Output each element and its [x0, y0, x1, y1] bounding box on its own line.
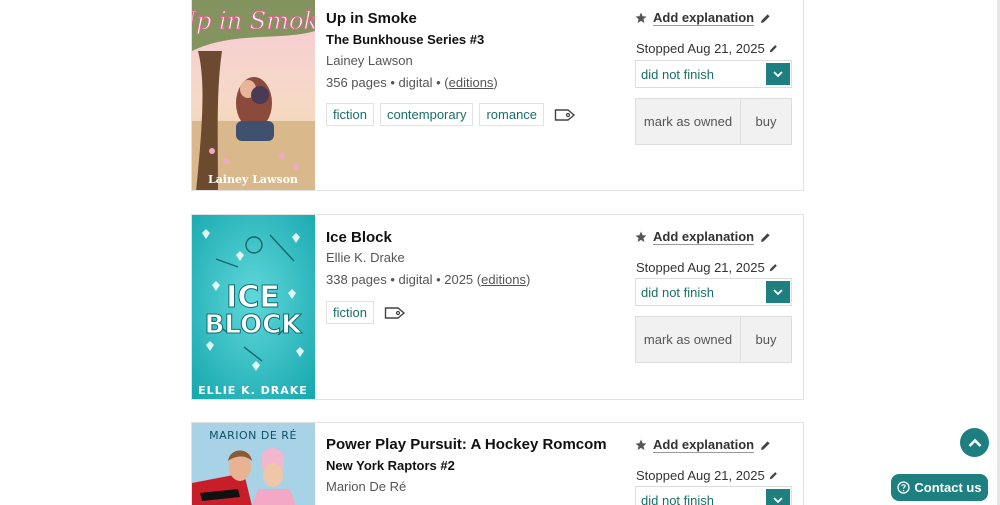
- tag-fiction[interactable]: fiction: [326, 103, 374, 126]
- book-title[interactable]: Ice Block: [326, 229, 392, 246]
- pages-format: 356 pages • digital •: [326, 75, 441, 90]
- book-cover[interactable]: ICE BLOCK ELLIE K. DRAKE: [192, 215, 315, 399]
- book-card: MARION DE RÉ Power Play Pursuit: A Hocke…: [191, 422, 804, 505]
- cover-author-text: ELLIE K. DRAKE: [198, 384, 308, 397]
- tag-fiction[interactable]: fiction: [326, 301, 374, 324]
- book-series[interactable]: The Bunkhouse Series #3: [326, 32, 484, 47]
- tag-romance[interactable]: romance: [479, 103, 545, 126]
- book-title[interactable]: Power Play Pursuit: A Hockey Romcom: [326, 436, 607, 453]
- book-author[interactable]: Lainey Lawson: [326, 53, 413, 68]
- stopped-date[interactable]: Stopped Aug 21, 2025: [636, 260, 778, 275]
- tag-list: fiction contemporary romance: [326, 103, 576, 126]
- stopped-label: Stopped Aug 21, 2025: [636, 468, 765, 483]
- add-explanation-button[interactable]: Add explanation: [635, 437, 771, 453]
- mark-as-owned-button[interactable]: mark as owned: [636, 99, 741, 144]
- ownership-buttons: mark as owned buy: [635, 98, 792, 145]
- editions-link[interactable]: editions: [449, 75, 494, 90]
- chevron-down-icon: [766, 489, 790, 505]
- contact-us-button[interactable]: Contact us: [891, 474, 988, 501]
- book-author[interactable]: Ellie K. Drake: [326, 250, 405, 265]
- stopped-label: Stopped Aug 21, 2025: [636, 260, 765, 275]
- book-series[interactable]: New York Raptors #2: [326, 458, 455, 473]
- tag-icon[interactable]: [554, 107, 576, 123]
- pencil-icon: [761, 232, 770, 242]
- mark-as-owned-button[interactable]: mark as owned: [636, 317, 741, 362]
- chevron-up-icon: [968, 438, 981, 447]
- cover-author-text: MARION DE RÉ: [209, 429, 297, 442]
- editions-close: ): [525, 272, 531, 287]
- book-title[interactable]: Up in Smoke: [326, 10, 417, 27]
- cover-art-power-play-pursuit: MARION DE RÉ: [192, 423, 315, 505]
- pencil-icon: [769, 45, 777, 53]
- add-explanation-label: Add explanation: [653, 229, 755, 245]
- shelf-status-select[interactable]: did not finish: [635, 486, 792, 505]
- scroll-to-top-button[interactable]: [960, 428, 989, 457]
- cover-art-up-in-smoke: Up in Smoke Lainey Lawson: [192, 0, 315, 190]
- add-explanation-button[interactable]: Add explanation: [635, 229, 771, 245]
- book-card: Up in Smoke Lainey Lawson Up in Smoke Th…: [191, 0, 804, 191]
- status-value: did not finish: [641, 492, 714, 505]
- star-icon: [635, 12, 647, 23]
- pencil-icon: [769, 264, 777, 272]
- help-circle-icon: [897, 481, 911, 494]
- shelf-status-select[interactable]: did not finish: [635, 60, 792, 88]
- book-meta: 338 pages • digital • 2025 (editions): [326, 272, 530, 287]
- book-cover[interactable]: Up in Smoke Lainey Lawson: [192, 0, 315, 190]
- add-explanation-label: Add explanation: [653, 10, 755, 26]
- book-cover[interactable]: MARION DE RÉ: [192, 423, 315, 505]
- status-value: did not finish: [641, 66, 714, 82]
- add-explanation-button[interactable]: Add explanation: [635, 10, 771, 26]
- pencil-icon: [769, 472, 777, 480]
- tag-contemporary[interactable]: contemporary: [379, 103, 474, 126]
- cover-author-text: Lainey Lawson: [208, 173, 298, 186]
- book-author[interactable]: Marion De Ré: [326, 479, 406, 494]
- status-value: did not finish: [641, 284, 714, 300]
- ownership-buttons: mark as owned buy: [635, 316, 792, 363]
- book-meta: 356 pages • digital • (editions): [326, 75, 498, 90]
- stopped-label: Stopped Aug 21, 2025: [636, 41, 765, 56]
- stopped-date[interactable]: Stopped Aug 21, 2025: [636, 41, 778, 56]
- buy-button[interactable]: buy: [741, 317, 791, 362]
- stopped-date[interactable]: Stopped Aug 21, 2025: [636, 468, 778, 483]
- add-explanation-label: Add explanation: [653, 437, 755, 453]
- buy-button[interactable]: buy: [741, 99, 791, 144]
- cover-title-text: Up in Smoke: [192, 7, 315, 35]
- star-icon: [635, 439, 647, 450]
- editions-close: ): [493, 75, 498, 90]
- chevron-down-icon: [766, 63, 790, 85]
- pages-format: 338 pages • digital • 2025: [326, 272, 474, 287]
- cover-title-line2: BLOCK: [205, 310, 303, 340]
- shelf-status-select[interactable]: did not finish: [635, 278, 792, 306]
- cover-art-ice-block: ICE BLOCK ELLIE K. DRAKE: [192, 215, 315, 399]
- pencil-icon: [761, 13, 770, 23]
- pencil-icon: [761, 440, 770, 450]
- tag-list: fiction: [326, 301, 406, 324]
- editions-link[interactable]: editions: [481, 272, 526, 287]
- contact-us-label: Contact us: [914, 480, 982, 495]
- tag-icon[interactable]: [384, 305, 406, 321]
- chevron-down-icon: [766, 281, 790, 303]
- book-card: ICE BLOCK ELLIE K. DRAKE Ice Block Ellie…: [191, 214, 804, 400]
- star-icon: [635, 231, 647, 242]
